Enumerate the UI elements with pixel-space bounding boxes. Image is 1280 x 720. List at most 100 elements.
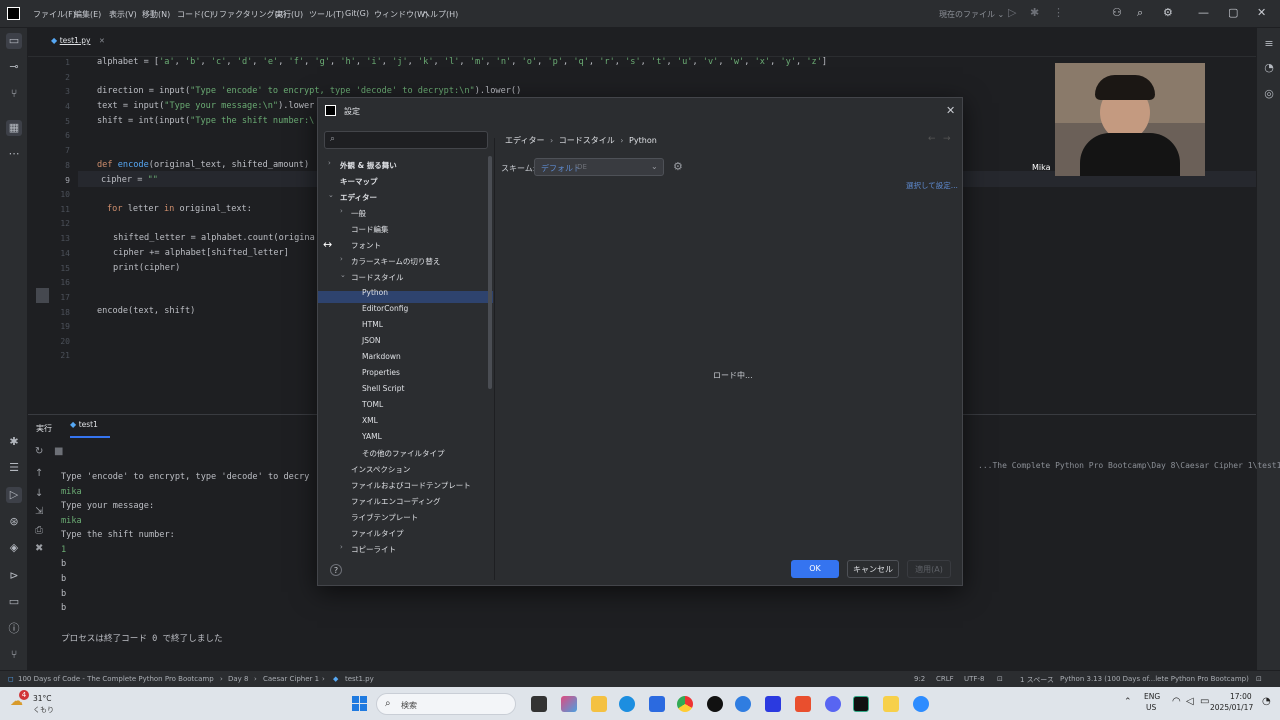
tab-close-icon[interactable]: ✕ bbox=[99, 37, 105, 45]
file-encoding[interactable]: UTF-8 bbox=[964, 675, 984, 683]
terminal-icon[interactable]: ▭ bbox=[6, 594, 22, 610]
branch-icon[interactable]: ⑂ bbox=[6, 86, 22, 102]
chevron-right-icon[interactable]: › bbox=[340, 543, 343, 551]
user-icon[interactable]: ⚇ bbox=[1112, 6, 1122, 19]
indent-setting[interactable]: 1 スペース bbox=[1020, 675, 1054, 685]
settings-tree-item[interactable]: Shell Script bbox=[318, 382, 488, 394]
line-separator[interactable]: CRLF bbox=[936, 675, 954, 683]
more-icon[interactable]: ⋮ bbox=[1053, 6, 1064, 19]
soft-wrap-icon[interactable]: ⇲ bbox=[35, 506, 43, 517]
copilot-icon[interactable] bbox=[561, 696, 577, 712]
settings-tree-item[interactable]: Markdown bbox=[318, 350, 488, 362]
problems-icon[interactable]: ⓘ bbox=[6, 621, 22, 637]
minimize-icon[interactable]: — bbox=[1198, 6, 1209, 19]
menu-navigate[interactable]: 移動(N) bbox=[142, 9, 170, 20]
scheme-gear-icon[interactable]: ⚙ bbox=[673, 160, 683, 173]
status-breadcrumb-subfolder[interactable]: Caesar Cipher 1 bbox=[263, 675, 319, 683]
taskbar-search[interactable]: ⌕ 検索 bbox=[376, 693, 516, 715]
apply-button[interactable]: 適用(A) bbox=[907, 560, 951, 578]
zoom-icon[interactable] bbox=[913, 696, 929, 712]
rerun-icon[interactable]: ↻ bbox=[35, 446, 43, 457]
git-icon[interactable]: ⑂ bbox=[6, 647, 22, 663]
gear-icon[interactable]: ⚙ bbox=[1163, 6, 1173, 19]
settings-tree-item[interactable]: YAML bbox=[318, 430, 488, 442]
file-explorer-icon[interactable] bbox=[591, 696, 607, 712]
print-icon[interactable]: ⎙ bbox=[35, 525, 43, 536]
tree-scrollbar[interactable] bbox=[488, 156, 492, 389]
trash-icon[interactable]: ✖ bbox=[35, 543, 43, 554]
notifications-icon[interactable]: ◔ bbox=[1261, 60, 1277, 76]
settings-tree-item[interactable]: › カラースキームの切り替え bbox=[318, 254, 488, 266]
more-tools-icon[interactable]: ⋯ bbox=[6, 146, 22, 162]
clock-time[interactable]: 17:00 bbox=[1230, 692, 1252, 701]
python-interpreter[interactable]: Python 3.13 (100 Days of...lete Python P… bbox=[1060, 675, 1249, 683]
search-icon[interactable]: ⌕ bbox=[1137, 6, 1143, 20]
wifi-icon[interactable]: ◠ bbox=[1172, 696, 1181, 707]
python-console-icon[interactable]: ⊳ bbox=[6, 568, 22, 584]
app-icon[interactable] bbox=[735, 696, 751, 712]
scroll-down-icon[interactable]: ↓ bbox=[35, 488, 43, 499]
cancel-button[interactable]: キャンセル bbox=[847, 560, 899, 578]
settings-tree-item[interactable]: フォント bbox=[318, 238, 488, 250]
close-window-icon[interactable]: ✕ bbox=[1257, 6, 1266, 19]
status-lock-icon[interactable]: ⊡ bbox=[1256, 675, 1262, 683]
brave-icon[interactable] bbox=[795, 696, 811, 712]
scheme-select[interactable]: デフォルト IDE ⌄ bbox=[534, 158, 664, 176]
settings-tree-item[interactable]: ⌄ コードスタイル bbox=[318, 270, 488, 282]
chevron-right-icon[interactable]: › bbox=[328, 159, 331, 167]
debug-icon[interactable]: ✱ bbox=[1030, 6, 1039, 19]
settings-tree-item[interactable]: › 一般 bbox=[318, 206, 488, 218]
database-icon[interactable]: ≡ bbox=[1261, 36, 1277, 52]
editor-tab[interactable]: ◆ test1.py ✕ bbox=[51, 36, 151, 50]
menu-code[interactable]: コード(C) bbox=[177, 9, 213, 20]
settings-tree-item[interactable]: インスペクション bbox=[318, 462, 488, 474]
menu-edit[interactable]: 編集(E) bbox=[74, 9, 101, 20]
list-icon[interactable]: ☰ bbox=[6, 460, 22, 476]
settings-search-input[interactable]: ⌕ bbox=[324, 131, 488, 149]
menu-tools[interactable]: ツール(T) bbox=[309, 9, 344, 20]
chevron-down-icon[interactable]: ⌄ bbox=[328, 191, 334, 199]
settings-tree-item[interactable]: XML bbox=[318, 414, 488, 426]
settings-tree-item[interactable]: TOML bbox=[318, 398, 488, 410]
services-icon[interactable]: ⊛ bbox=[6, 514, 22, 530]
windows-start-icon[interactable] bbox=[352, 696, 368, 712]
chevron-right-icon[interactable]: › bbox=[340, 207, 343, 215]
dialog-close-icon[interactable]: ✕ bbox=[946, 104, 955, 117]
settings-tree-item[interactable]: コード編集 bbox=[318, 222, 488, 234]
forward-arrow-icon[interactable]: → bbox=[943, 134, 951, 144]
discord-icon[interactable] bbox=[825, 696, 841, 712]
battery-icon[interactable]: ▭ bbox=[1200, 696, 1209, 707]
menu-file[interactable]: ファイル(F) bbox=[33, 9, 76, 20]
tray-chevron-icon[interactable]: ⌃ bbox=[1124, 697, 1132, 707]
task-view-icon[interactable] bbox=[531, 696, 547, 712]
settings-tree-item[interactable]: Properties bbox=[318, 366, 488, 378]
status-breadcrumb-folder[interactable]: Day 8 bbox=[228, 675, 249, 683]
scroll-up-icon[interactable]: ↑ bbox=[35, 468, 43, 479]
chevron-right-icon[interactable]: › bbox=[340, 255, 343, 263]
settings-tree-item[interactable]: Python bbox=[318, 286, 488, 298]
chrome-icon[interactable] bbox=[677, 696, 693, 712]
structure-icon[interactable]: ▦ bbox=[6, 120, 22, 136]
settings-tree-item[interactable]: ファイルタイプ bbox=[318, 526, 488, 538]
ai-assistant-icon[interactable]: ◎ bbox=[1261, 86, 1277, 102]
stop-icon[interactable]: ■ bbox=[54, 446, 63, 457]
run-icon[interactable]: ▷ bbox=[1008, 6, 1016, 19]
ok-button[interactable]: OK bbox=[791, 560, 839, 578]
caret-position[interactable]: 9:2 bbox=[914, 675, 925, 683]
notification-bell-icon[interactable]: ◔ bbox=[1262, 696, 1271, 707]
settings-tree-item[interactable]: › コピーライト bbox=[318, 542, 488, 554]
breadcrumb-item[interactable]: コードスタイル bbox=[559, 136, 615, 145]
status-breadcrumb-file[interactable]: test1.py bbox=[345, 675, 374, 683]
bug-icon[interactable]: ✱ bbox=[6, 434, 22, 450]
volume-icon[interactable]: ◁ bbox=[1186, 696, 1194, 707]
menu-run[interactable]: 実行(U) bbox=[275, 9, 303, 20]
app-logo[interactable] bbox=[7, 7, 20, 20]
settings-tree-item[interactable]: ファイルエンコーディング bbox=[318, 494, 488, 506]
status-breadcrumb-project[interactable]: 100 Days of Code - The Complete Python P… bbox=[18, 675, 214, 683]
settings-tree-item[interactable]: その他のファイルタイプ bbox=[318, 446, 488, 458]
app-icon[interactable] bbox=[883, 696, 899, 712]
settings-tree-item[interactable]: キーマップ bbox=[318, 174, 488, 186]
commit-icon[interactable]: ⊸ bbox=[6, 59, 22, 75]
x-icon[interactable] bbox=[707, 696, 723, 712]
run-tool-icon[interactable]: ▷ bbox=[6, 487, 22, 503]
